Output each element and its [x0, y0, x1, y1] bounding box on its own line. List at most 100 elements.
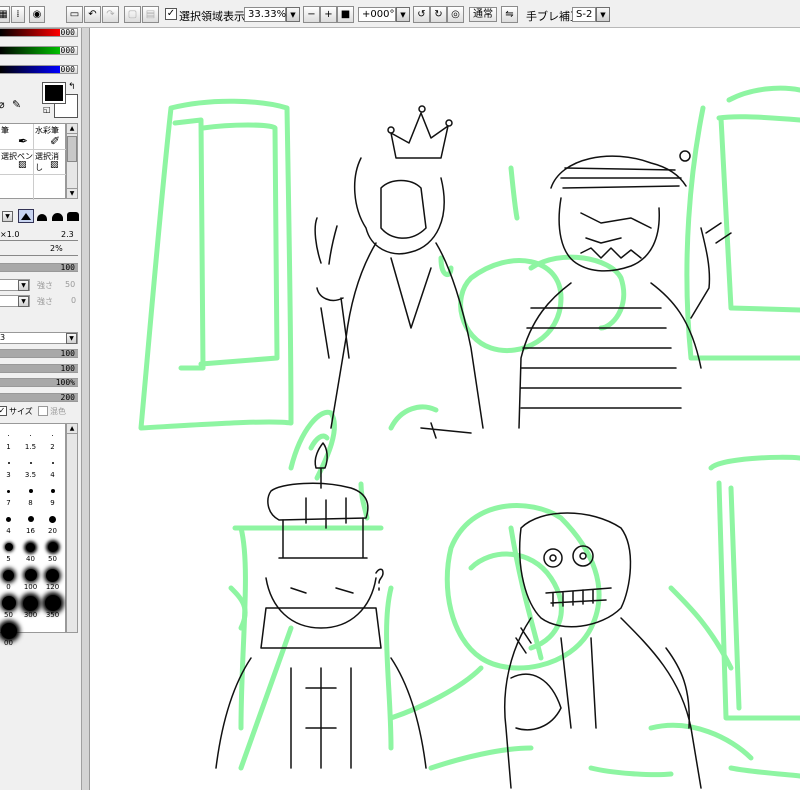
brush-edge-soft-icon[interactable] [52, 213, 63, 221]
brush-size-preset[interactable]: 0 [0, 567, 17, 591]
zoom-out-icon[interactable]: − [303, 6, 320, 23]
brush-size-label: 350 [45, 611, 60, 619]
foreground-color-swatch[interactable] [42, 82, 66, 104]
brush-size-preset[interactable]: 5 [0, 539, 17, 563]
brush-size-preset[interactable]: 300 [22, 595, 39, 619]
brush-size-label: 00 [4, 639, 13, 647]
clear-selection-icon[interactable]: ▤ [142, 6, 159, 23]
brush-size-label: 3 [6, 471, 11, 479]
blend-mode-button[interactable]: 通常 [469, 7, 497, 22]
brush-size-preset[interactable]: 350 [44, 595, 61, 619]
texture-dropdown-2-icon[interactable]: ▼ [18, 296, 29, 307]
blur-slider[interactable]: 200 [0, 393, 78, 402]
watercolor-tool-icon[interactable]: ✐ [50, 134, 60, 148]
stabilizer-dropdown-icon[interactable]: ▼ [596, 7, 610, 22]
color-picker-icon[interactable]: ✎ [12, 98, 21, 111]
green-slider[interactable]: 000 [0, 46, 78, 55]
drawing-canvas[interactable] [91, 28, 800, 790]
stabilizer-field[interactable]: S-2 [572, 7, 596, 22]
brush-size-dot [0, 623, 17, 639]
density-slider[interactable]: 100 [0, 263, 78, 272]
rotation-reset-icon[interactable]: ◎ [447, 6, 464, 23]
mix-checkbox-label: 混色 [50, 407, 66, 416]
undo-icon[interactable]: ↶ [84, 6, 101, 23]
brush-size-preset[interactable]: 00 [0, 623, 17, 647]
selection-display-label: 選択領域表示 [179, 10, 245, 23]
pen-tool-label[interactable]: 筆 [1, 125, 9, 136]
red-value: 000 [60, 28, 75, 37]
rotation-dropdown-icon[interactable]: ▼ [396, 7, 410, 22]
brush-size-preset[interactable]: 120 [44, 567, 61, 591]
eyedropper-icon[interactable]: ⌀ [0, 98, 5, 111]
mix-checkbox[interactable] [38, 406, 48, 416]
brush-size-preset[interactable]: 100 [22, 567, 39, 591]
brush-size-label: 50 [48, 555, 57, 563]
brush-size-preset[interactable]: 3.5 [22, 455, 39, 479]
select-erase-icon[interactable]: ▨ [50, 160, 59, 170]
red-slider[interactable]: 000 [0, 28, 78, 37]
zoom-in-icon[interactable]: + [320, 6, 337, 23]
panel-splitter[interactable] [82, 28, 90, 790]
brush-size-preset[interactable]: 4 [44, 455, 61, 479]
brush-size-preset[interactable]: 3 [0, 455, 17, 479]
brush-size-preset[interactable]: 7 [0, 483, 17, 507]
brush-size-dot [47, 542, 58, 552]
rotate-right-icon[interactable]: ↻ [430, 6, 447, 23]
brush-size-label: 100 [23, 583, 38, 591]
brush-size-dot [8, 434, 9, 436]
swap-colors-icon[interactable]: ↰ [68, 82, 76, 92]
grid-dots-icon[interactable]: ⁞ [11, 6, 25, 23]
brush-size-dot [52, 434, 53, 436]
dilution-slider[interactable]: 100 [0, 364, 78, 373]
brush-shape-dropdown-icon[interactable]: ▼ [2, 211, 13, 222]
size-multiplier-label: ×1.0 [0, 230, 20, 239]
brush-size-dot [6, 516, 11, 522]
persistence-slider[interactable]: 100% [0, 378, 78, 387]
brush-size-label: 20 [48, 527, 57, 535]
texture-dropdown-1-icon[interactable]: ▼ [18, 280, 29, 291]
brush-size-preset[interactable]: 20 [44, 511, 61, 535]
zoom-reset-icon[interactable]: ■ [337, 6, 354, 23]
rotate-left-icon[interactable]: ↺ [413, 6, 430, 23]
brush-size-dot [51, 462, 54, 464]
blue-slider[interactable]: 000 [0, 65, 78, 74]
brush-size-preset[interactable]: 50 [0, 595, 17, 619]
brush-size-preset[interactable]: 40 [22, 539, 39, 563]
brush-edge-flat-icon[interactable] [67, 212, 79, 221]
brush-size-preset[interactable]: 16 [22, 511, 39, 535]
blend-slider[interactable]: 100 [0, 349, 78, 358]
canvas-menu-icon[interactable]: ▭ [66, 6, 83, 23]
min-size-value[interactable]: 2% [50, 244, 63, 253]
zoom-dropdown-icon[interactable]: ▼ [286, 7, 300, 22]
brush-size-preset[interactable]: 1.5 [22, 427, 39, 451]
tool-panel: 000 000 000 ↰ ◱ ⌀ ✎ 筆 ✒ 水彩筆 ✐ 選択ペン ▨ 選択消… [0, 28, 82, 790]
rotation-field[interactable]: +000° [358, 7, 396, 22]
brush-size-label: 300 [23, 611, 38, 619]
redo-icon[interactable]: ↷ [102, 6, 119, 23]
strength-1-label: 強さ [37, 281, 53, 290]
brush-edge-round-icon[interactable] [37, 214, 47, 221]
brush-size-preset[interactable]: 50 [44, 539, 61, 563]
selection-display-checkbox[interactable]: ✓ [165, 8, 177, 20]
pen-tool-icon[interactable]: ✒ [18, 134, 28, 148]
eye-icon[interactable]: ◉ [29, 6, 45, 23]
brush-size-dot [3, 569, 14, 581]
brush-edge-hard-icon[interactable] [18, 209, 34, 223]
select-pen-icon[interactable]: ▨ [18, 160, 27, 170]
brush-size-preset[interactable]: 8 [22, 483, 39, 507]
paper-texture-dropdown-icon[interactable]: ▼ [66, 333, 77, 344]
flip-horizontal-icon[interactable]: ⇋ [501, 6, 518, 23]
deselect-icon[interactable]: ▢ [124, 6, 141, 23]
brush-size-preset[interactable]: 4 [0, 511, 17, 535]
select-pen-label[interactable]: 選択ペン [1, 151, 33, 162]
reset-colors-icon[interactable]: ◱ [43, 105, 51, 114]
brush-size-preset[interactable]: 2 [44, 427, 61, 451]
size-checkbox[interactable]: ✓ [0, 406, 7, 416]
grid-toggle-icon[interactable]: ▦ [0, 6, 10, 23]
tool-scrollbar[interactable]: ▲ ▼ [66, 123, 78, 199]
brush-size-scrollbar[interactable]: ▲ [66, 423, 78, 633]
zoom-field[interactable]: 33.33% [244, 7, 286, 22]
max-size-value[interactable]: 2.3 [61, 230, 74, 239]
brush-size-preset[interactable]: 9 [44, 483, 61, 507]
brush-size-preset[interactable]: 1 [0, 427, 17, 451]
